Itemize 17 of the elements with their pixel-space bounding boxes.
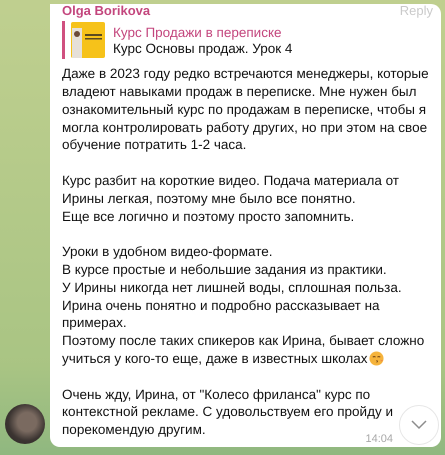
author-name[interactable]: Olga Borikova (62, 4, 150, 18)
quote-title: Курс Продажи в переписке (113, 24, 283, 40)
message-text: Ирина очень понятно и подробно рассказывает на примерах. (62, 298, 380, 330)
message-text: Курс разбит на короткие видео. Подача материала от Ирины легкая, поэтому мне было все понятно. (62, 173, 399, 206)
message-text: учиться у кого-то еще, даже в известных школах (62, 351, 368, 366)
quote-text: Курс Основы продаж. Урок 4 (113, 40, 292, 56)
message-text: Уроки в удобном видео-формате. (62, 244, 273, 260)
quoted-message[interactable]: Курс Продажи в переписке Курс Основы продаж. Урок 4 (62, 21, 433, 60)
message-text: В курсе простые и небольшие задания из практики. (62, 262, 387, 278)
chevron-down-icon (411, 420, 427, 430)
message-text: Даже в 2023 году редко встречаются менеджеры, которые владеют навыками продаж в переписке. Мне нужен был ознакомительный курс по продажам в переписке, чтобы я могла контролировать работу других, но при этом на свое обучение потратить 1-2 часа. (62, 66, 429, 152)
thumbnail-icon (71, 22, 105, 58)
message-text: У Ирины никогда нет лишней воды, сплошная польза. (62, 280, 402, 295)
message-text: Еще все логично и поэтому просто запомнить. (62, 208, 354, 224)
kissing-face-icon (368, 351, 384, 366)
message-text: Поэтому после таких спикеров как Ирина, бывает сложно (62, 333, 424, 348)
avatar[interactable] (5, 404, 45, 444)
